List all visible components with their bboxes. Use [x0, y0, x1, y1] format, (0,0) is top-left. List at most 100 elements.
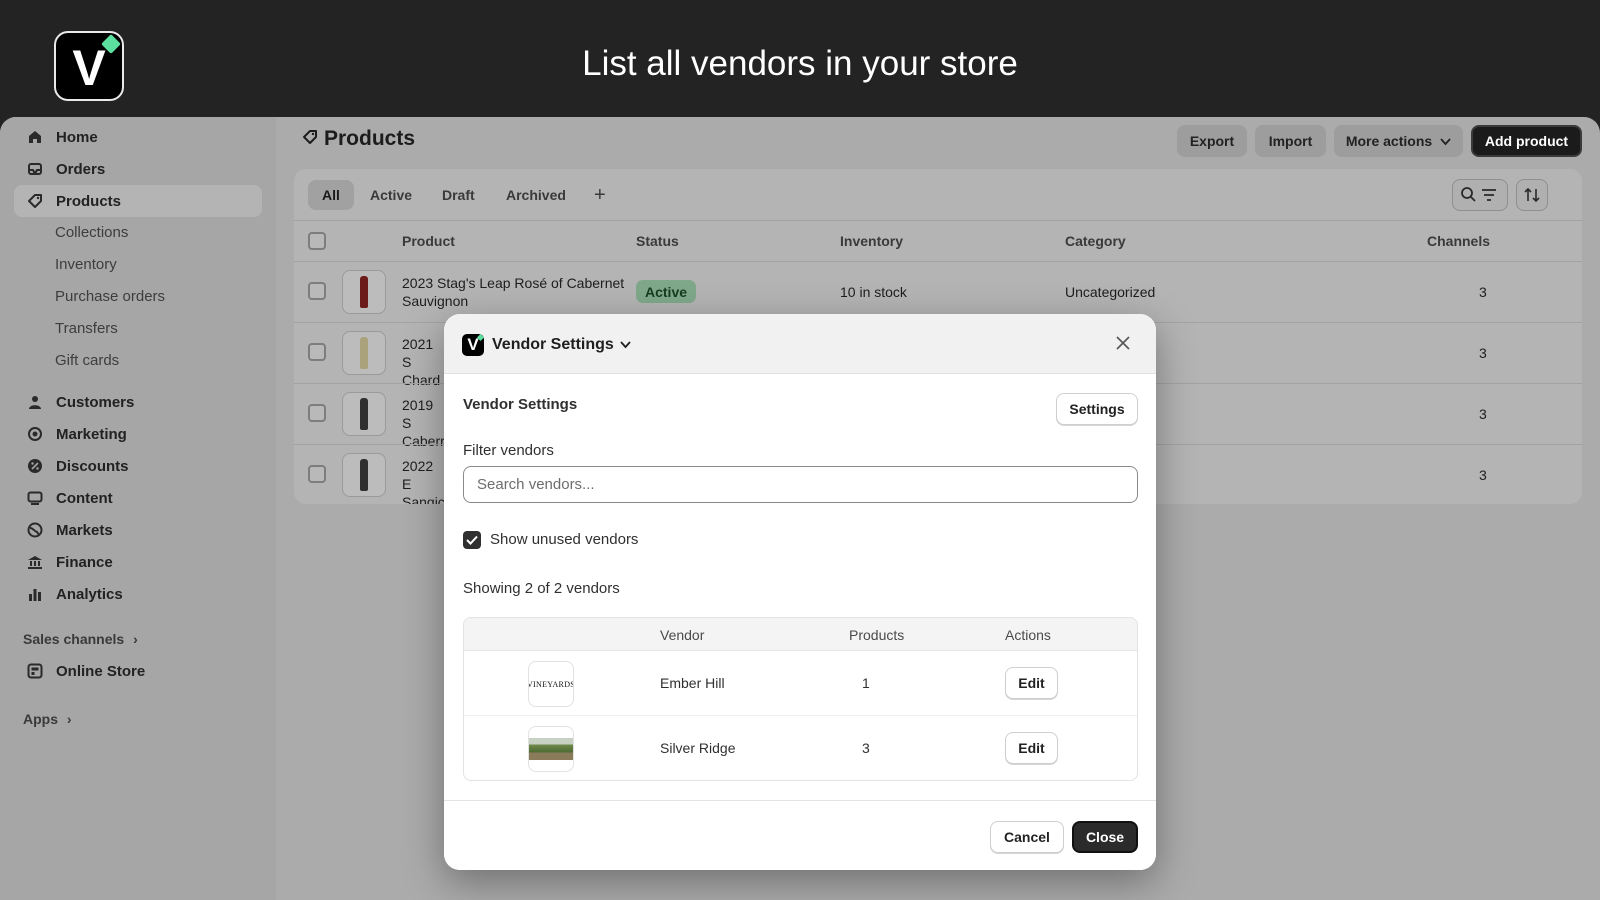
sidebar-subitem-collections[interactable]: Collections	[55, 224, 128, 241]
vendor-name: Silver Ridge	[660, 740, 736, 756]
sidebar-item-label: Online Store	[56, 662, 146, 680]
apps-header[interactable]: Apps ›	[23, 711, 72, 727]
globe-icon	[26, 521, 44, 539]
product-thumbnail	[342, 392, 386, 436]
sidebar-item-online-store[interactable]: Online Store	[14, 655, 262, 687]
select-all-checkbox[interactable]	[308, 232, 326, 250]
sidebar-item-label: Finance	[56, 553, 113, 571]
person-icon	[26, 393, 44, 411]
tab-active[interactable]: Active	[356, 180, 426, 210]
tag-icon	[26, 192, 44, 210]
image-icon	[26, 489, 44, 507]
row-checkbox[interactable]	[308, 465, 326, 483]
tab-all[interactable]: All	[308, 180, 354, 210]
column-header-category[interactable]: Category	[1065, 221, 1126, 261]
close-icon[interactable]	[1110, 330, 1136, 356]
sales-channels-header[interactable]: Sales channels ›	[23, 631, 138, 647]
sidebar-item-label: Marketing	[56, 425, 127, 443]
product-name[interactable]: 2022 E Sangic	[402, 457, 446, 504]
column-header-status[interactable]: Status	[636, 221, 679, 261]
sidebar-item-analytics[interactable]: Analytics	[14, 578, 262, 610]
channels-value: 3	[1479, 467, 1487, 483]
channels-value: 3	[1479, 284, 1487, 300]
sidebar-subitem-purchase-orders[interactable]: Purchase orders	[55, 288, 165, 305]
search-filter-button[interactable]	[1452, 179, 1508, 211]
sidebar-subitem-transfers[interactable]: Transfers	[55, 320, 118, 337]
chevron-down-icon	[620, 338, 631, 352]
banner-title: List all vendors in your store	[582, 44, 1018, 83]
more-actions-button[interactable]: More actions	[1334, 125, 1463, 157]
column-header-inventory[interactable]: Inventory	[840, 221, 903, 261]
show-unused-checkbox[interactable]	[463, 531, 481, 549]
sidebar-item-customers[interactable]: Customers	[14, 386, 262, 418]
add-product-button[interactable]: Add product	[1471, 125, 1582, 157]
sales-channels-label: Sales channels	[23, 631, 125, 647]
modal-app-switcher[interactable]: Vendor Settings	[492, 336, 631, 354]
sidebar-item-orders[interactable]: Orders	[14, 153, 262, 185]
cancel-button[interactable]: Cancel	[990, 821, 1064, 853]
modal-footer: Cancel Close	[444, 800, 1156, 870]
vendor-logo: VINEYARDS	[528, 661, 574, 707]
modal-header-title: Vendor Settings	[492, 336, 614, 353]
wine-bottle-icon	[360, 337, 368, 369]
product-name[interactable]: 2019 S Caberr	[402, 396, 446, 450]
settings-button[interactable]: Settings	[1056, 393, 1138, 425]
import-button[interactable]: Import	[1255, 125, 1326, 157]
sidebar-item-content[interactable]: Content	[14, 482, 262, 514]
tab-archived[interactable]: Archived	[492, 180, 580, 210]
sidebar-item-label: Orders	[56, 160, 106, 178]
vendor-row: VINEYARDS Ember Hill 1 Edit	[464, 651, 1137, 716]
edit-vendor-button[interactable]: Edit	[1005, 732, 1058, 764]
modal-header: V Vendor Settings	[444, 314, 1156, 374]
filter-vendors-label: Filter vendors	[463, 442, 554, 459]
column-header-channels[interactable]: Channels	[1427, 221, 1490, 261]
product-thumbnail	[342, 453, 386, 497]
sort-button[interactable]	[1516, 179, 1548, 211]
section-title: Vendor Settings	[463, 396, 578, 413]
table-row[interactable]: 2023 Stag's Leap Rosé of Cabernet Sauvig…	[294, 261, 1582, 322]
product-name[interactable]: 2023 Stag's Leap Rosé of Cabernet Sauvig…	[402, 274, 632, 310]
vineyards-logo-text: VINEYARDS	[528, 679, 574, 689]
sidebar-item-products[interactable]: Products	[14, 185, 262, 217]
row-checkbox[interactable]	[308, 282, 326, 300]
column-header-product[interactable]: Product	[402, 221, 455, 261]
category-value: Uncategorized	[1065, 284, 1156, 300]
vendors-table: Vendor Products Actions VINEYARDS Ember …	[463, 617, 1138, 781]
status-badge: Active	[636, 280, 697, 303]
sidebar-item-marketing[interactable]: Marketing	[14, 418, 262, 450]
vendor-logo	[528, 726, 574, 772]
inventory-value: 10 in stock	[840, 284, 907, 300]
sidebar-subitem-inventory[interactable]: Inventory	[55, 256, 117, 273]
export-button[interactable]: Export	[1177, 125, 1247, 157]
add-view-icon[interactable]: +	[580, 180, 620, 210]
filter-tabs: All Active Draft Archived +	[294, 169, 1582, 221]
sidebar-item-home[interactable]: Home	[14, 121, 262, 153]
row-checkbox[interactable]	[308, 404, 326, 422]
product-thumbnail	[342, 270, 386, 314]
sidebar-item-finance[interactable]: Finance	[14, 546, 262, 578]
app-logo-small: V	[462, 333, 485, 356]
sidebar-item-label: Content	[56, 489, 113, 507]
vendors-table-header: Vendor Products Actions	[464, 618, 1137, 651]
vendor-count-text: Showing 2 of 2 vendors	[463, 580, 620, 597]
vendor-products-count: 1	[862, 675, 870, 691]
banner: V List all vendors in your store	[0, 0, 1600, 117]
close-button[interactable]: Close	[1072, 821, 1138, 853]
show-unused-label[interactable]: Show unused vendors	[490, 531, 638, 548]
sidebar-subitem-gift-cards[interactable]: Gift cards	[55, 352, 119, 369]
store-icon	[26, 662, 44, 680]
vendor-settings-modal: V Vendor Settings Vendor Settings Settin…	[444, 314, 1156, 870]
sidebar-item-discounts[interactable]: Discounts	[14, 450, 262, 482]
checkmark-icon	[466, 535, 478, 545]
sidebar-item-label: Customers	[56, 393, 135, 411]
product-name[interactable]: 2021 S Chard	[402, 335, 446, 389]
apps-label: Apps	[23, 711, 58, 727]
product-thumbnail	[342, 331, 386, 375]
bank-icon	[26, 553, 44, 571]
search-vendors-input[interactable]	[463, 466, 1138, 503]
row-checkbox[interactable]	[308, 343, 326, 361]
sidebar-item-markets[interactable]: Markets	[14, 514, 262, 546]
column-header-vendor: Vendor	[660, 627, 705, 643]
tab-draft[interactable]: Draft	[428, 180, 489, 210]
edit-vendor-button[interactable]: Edit	[1005, 667, 1058, 699]
